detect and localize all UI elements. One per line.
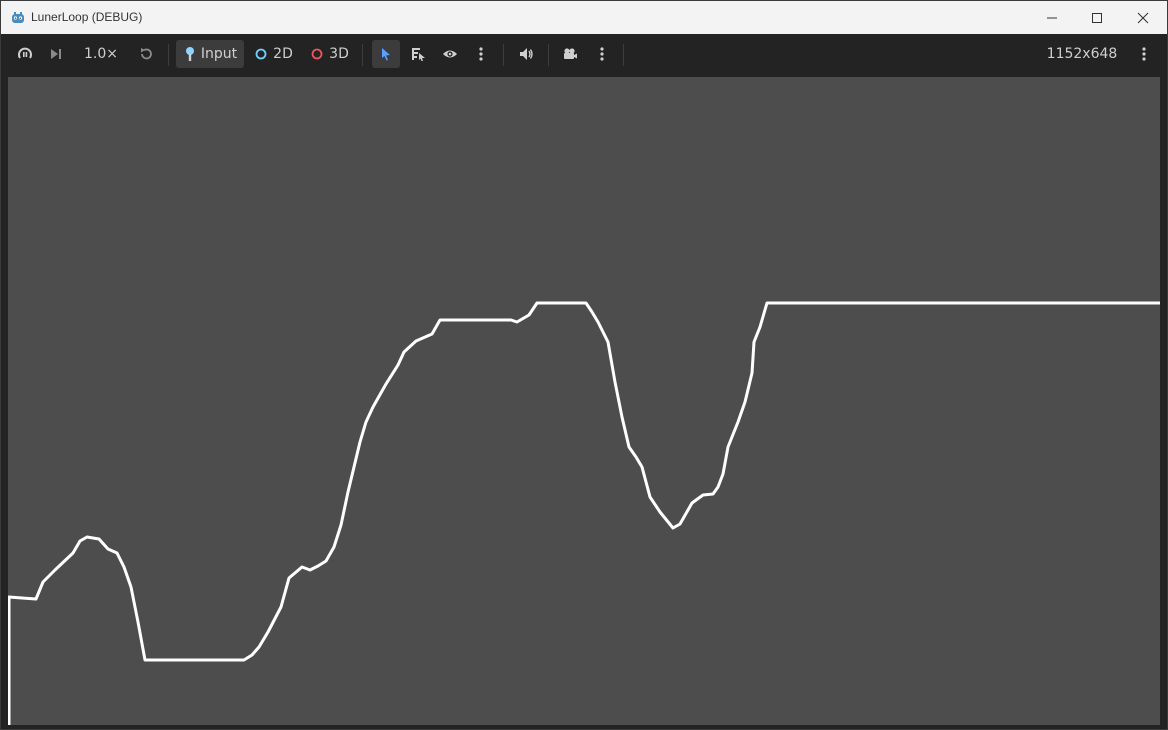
title-bar[interactable]: LunerLoop (DEBUG)	[1, 1, 1167, 34]
godot-logo-icon	[12, 12, 24, 23]
close-icon	[1137, 12, 1149, 23]
selection-options-button[interactable]	[470, 40, 492, 68]
time-scale-button[interactable]: 1.0×	[79, 40, 123, 68]
reset-icon	[141, 48, 152, 60]
select-arrow-icon	[382, 48, 390, 61]
maximize-icon	[1092, 12, 1102, 23]
mute-button[interactable]	[512, 40, 540, 68]
mode-3d-button[interactable]: 3D	[307, 40, 353, 68]
next-frame-icon	[51, 49, 61, 59]
3d-circle-icon	[311, 48, 323, 60]
input-toggle-button[interactable]: Input	[176, 40, 244, 68]
suspend-icon	[18, 47, 32, 59]
reset-time-scale-button[interactable]	[132, 40, 160, 68]
list-select-icon	[412, 48, 425, 61]
eye-icon	[443, 50, 457, 58]
mode-2d-button[interactable]: 2D	[251, 40, 297, 68]
terrain-line	[8, 301, 1160, 725]
toolbar-separator	[548, 44, 549, 66]
more-vertical-icon	[1142, 47, 1146, 61]
time-scale-label: 1.0×	[84, 46, 118, 62]
camera-override-button[interactable]	[556, 40, 584, 68]
window-title: LunerLoop (DEBUG)	[31, 10, 143, 24]
game-window: LunerLoop (DEBUG) 1.0× Input 2D 3D 1152x…	[0, 0, 1168, 730]
game-viewport[interactable]	[8, 77, 1160, 725]
minimize-icon	[1047, 17, 1057, 18]
2d-circle-icon	[255, 48, 267, 60]
visibility-button[interactable]	[436, 40, 464, 68]
more-vertical-icon	[479, 47, 483, 61]
toolbar-separator	[362, 44, 363, 66]
embed-options-button[interactable]	[1133, 40, 1155, 68]
toolbar-separator	[503, 44, 504, 66]
speaker-icon	[520, 48, 533, 60]
mode-2d-label: 2D	[273, 46, 293, 62]
resolution-display: 1152x648	[1039, 40, 1125, 68]
mode-3d-label: 3D	[329, 46, 349, 62]
minimize-button[interactable]	[1029, 1, 1075, 34]
close-button[interactable]	[1120, 1, 1166, 34]
maximize-button[interactable]	[1074, 1, 1120, 34]
input-joystick-icon	[185, 47, 194, 61]
suspend-button[interactable]	[11, 40, 39, 68]
select-mode-button[interactable]	[372, 40, 400, 68]
next-frame-button[interactable]	[42, 40, 70, 68]
more-vertical-icon	[600, 47, 604, 61]
camera-options-button[interactable]	[591, 40, 613, 68]
debug-toolbar: 1.0× Input 2D 3D 1152x648	[1, 34, 1167, 75]
list-select-button[interactable]	[404, 40, 432, 68]
toolbar-separator	[168, 44, 169, 66]
toolbar-separator	[623, 44, 624, 66]
terrain-canvas	[8, 301, 1160, 725]
camera-icon	[564, 48, 577, 59]
input-label: Input	[200, 46, 238, 62]
resolution-label: 1152x648	[1046, 46, 1118, 62]
